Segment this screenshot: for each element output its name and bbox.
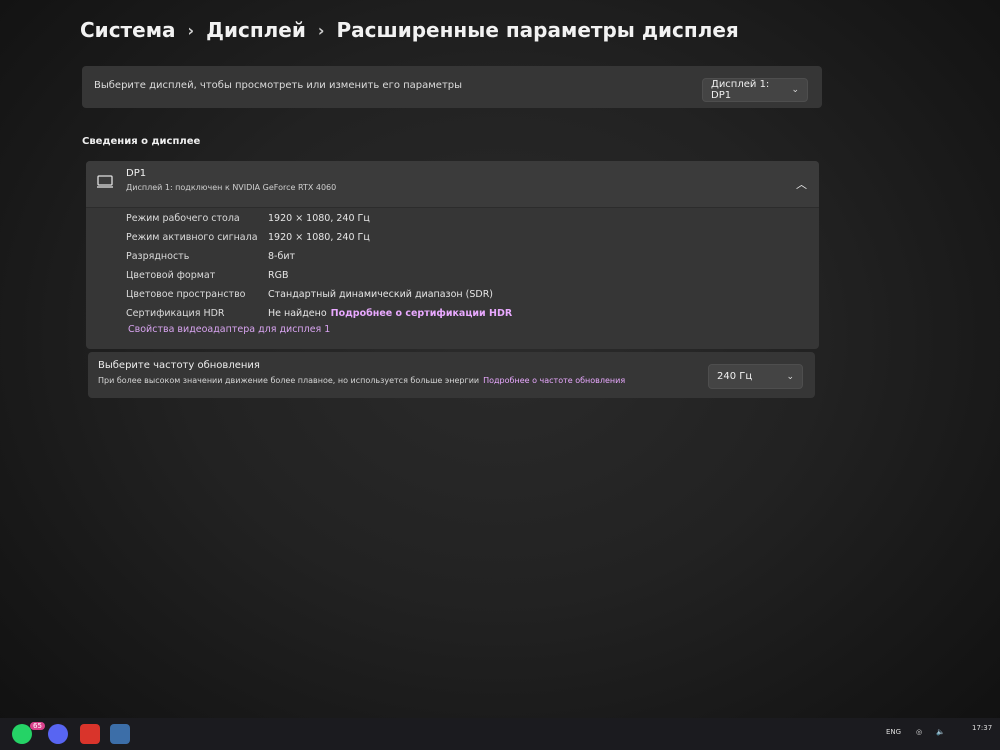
chevron-down-icon: ⌄ — [791, 85, 799, 95]
info-value: 1920 × 1080, 240 Гц — [268, 213, 370, 224]
chevron-right-icon: › — [317, 20, 325, 40]
info-value: RGB — [268, 270, 289, 281]
display-select-card: Выберите дисплей, чтобы просмотреть или … — [82, 66, 822, 108]
hdr-cert-link[interactable]: Подробнее о сертификации HDR — [331, 308, 513, 327]
chevron-right-icon: › — [187, 20, 195, 40]
refresh-rate-link[interactable]: Подробнее о частоте обновления — [483, 376, 625, 385]
refresh-rate-dropdown[interactable]: 240 Гц ⌄ — [708, 364, 803, 389]
tray-clock[interactable]: 17:37 — [972, 724, 992, 732]
refresh-rate-card: Выберите частоту обновления При более вы… — [88, 352, 815, 398]
display-dropdown-value: Дисплей 1: DP1 — [711, 79, 770, 101]
tray-volume-icon[interactable]: 🔈 — [936, 728, 945, 736]
display-dropdown[interactable]: Дисплей 1: DP1 ⌄ — [702, 78, 808, 102]
info-row: Режим активного сигнала 1920 × 1080, 240 … — [126, 232, 512, 251]
chevron-up-icon[interactable]: ︿ — [796, 176, 807, 192]
info-row: Режим рабочего стола 1920 × 1080, 240 Гц — [126, 213, 512, 232]
refresh-rate-value: 240 Гц — [717, 371, 753, 382]
tray-network-icon[interactable]: ◎ — [916, 728, 922, 736]
wps-office-icon[interactable] — [80, 724, 100, 744]
display-name: DP1 — [126, 168, 147, 179]
settings-gear-icon[interactable] — [110, 724, 130, 744]
info-value: 1920 × 1080, 240 Гц — [268, 232, 370, 243]
breadcrumb: Система › Дисплей › Расширенные параметр… — [80, 18, 739, 42]
monitor-icon — [96, 174, 114, 193]
info-row: Разрядность 8-бит — [126, 251, 512, 270]
breadcrumb-display[interactable]: Дисплей — [206, 18, 306, 42]
chevron-down-icon: ⌄ — [786, 371, 794, 382]
info-row: Цветовое пространство Стандартный динамич… — [126, 289, 512, 308]
display-info-list: Режим рабочего стола 1920 × 1080, 240 Гц … — [126, 213, 512, 327]
section-title: Сведения о дисплее — [82, 136, 201, 147]
page-title: Расширенные параметры дисплея — [336, 18, 739, 42]
taskbar: 65 ENG ◎ 🔈 17:37 — [0, 718, 1000, 750]
notification-badge: 65 — [30, 722, 45, 730]
display-info-card: DP1 Дисплей 1: подключен к NVIDIA GeForc… — [86, 161, 819, 349]
tray-language[interactable]: ENG — [886, 728, 901, 736]
display-select-prompt: Выберите дисплей, чтобы просмотреть или … — [94, 80, 463, 91]
whatsapp-icon[interactable] — [12, 724, 32, 744]
info-label: Режим рабочего стола — [126, 213, 240, 224]
info-label: Цветовое пространство — [126, 289, 246, 300]
refresh-rate-description: При более высоком значении движение боле… — [98, 376, 625, 385]
info-row: Цветовой формат RGB — [126, 270, 512, 289]
refresh-rate-title: Выберите частоту обновления — [98, 360, 260, 371]
discord-icon[interactable] — [48, 724, 68, 744]
info-label: Режим активного сигнала — [126, 232, 258, 243]
adapter-properties-link[interactable]: Свойства видеоадаптера для дисплея 1 — [128, 324, 330, 335]
info-value: Стандартный динамический диапазон (SDR) — [268, 289, 494, 300]
display-subtitle: Дисплей 1: подключен к NVIDIA GeForce RT… — [126, 183, 337, 192]
info-label: Цветовой формат — [126, 270, 216, 281]
display-info-header[interactable]: DP1 Дисплей 1: подключен к NVIDIA GeForc… — [86, 161, 819, 208]
refresh-rate-desc-text: При более высоком значении движение боле… — [98, 376, 480, 385]
info-value: 8-бит — [268, 251, 296, 262]
breadcrumb-system[interactable]: Система — [80, 18, 176, 42]
info-label: Разрядность — [126, 251, 190, 262]
